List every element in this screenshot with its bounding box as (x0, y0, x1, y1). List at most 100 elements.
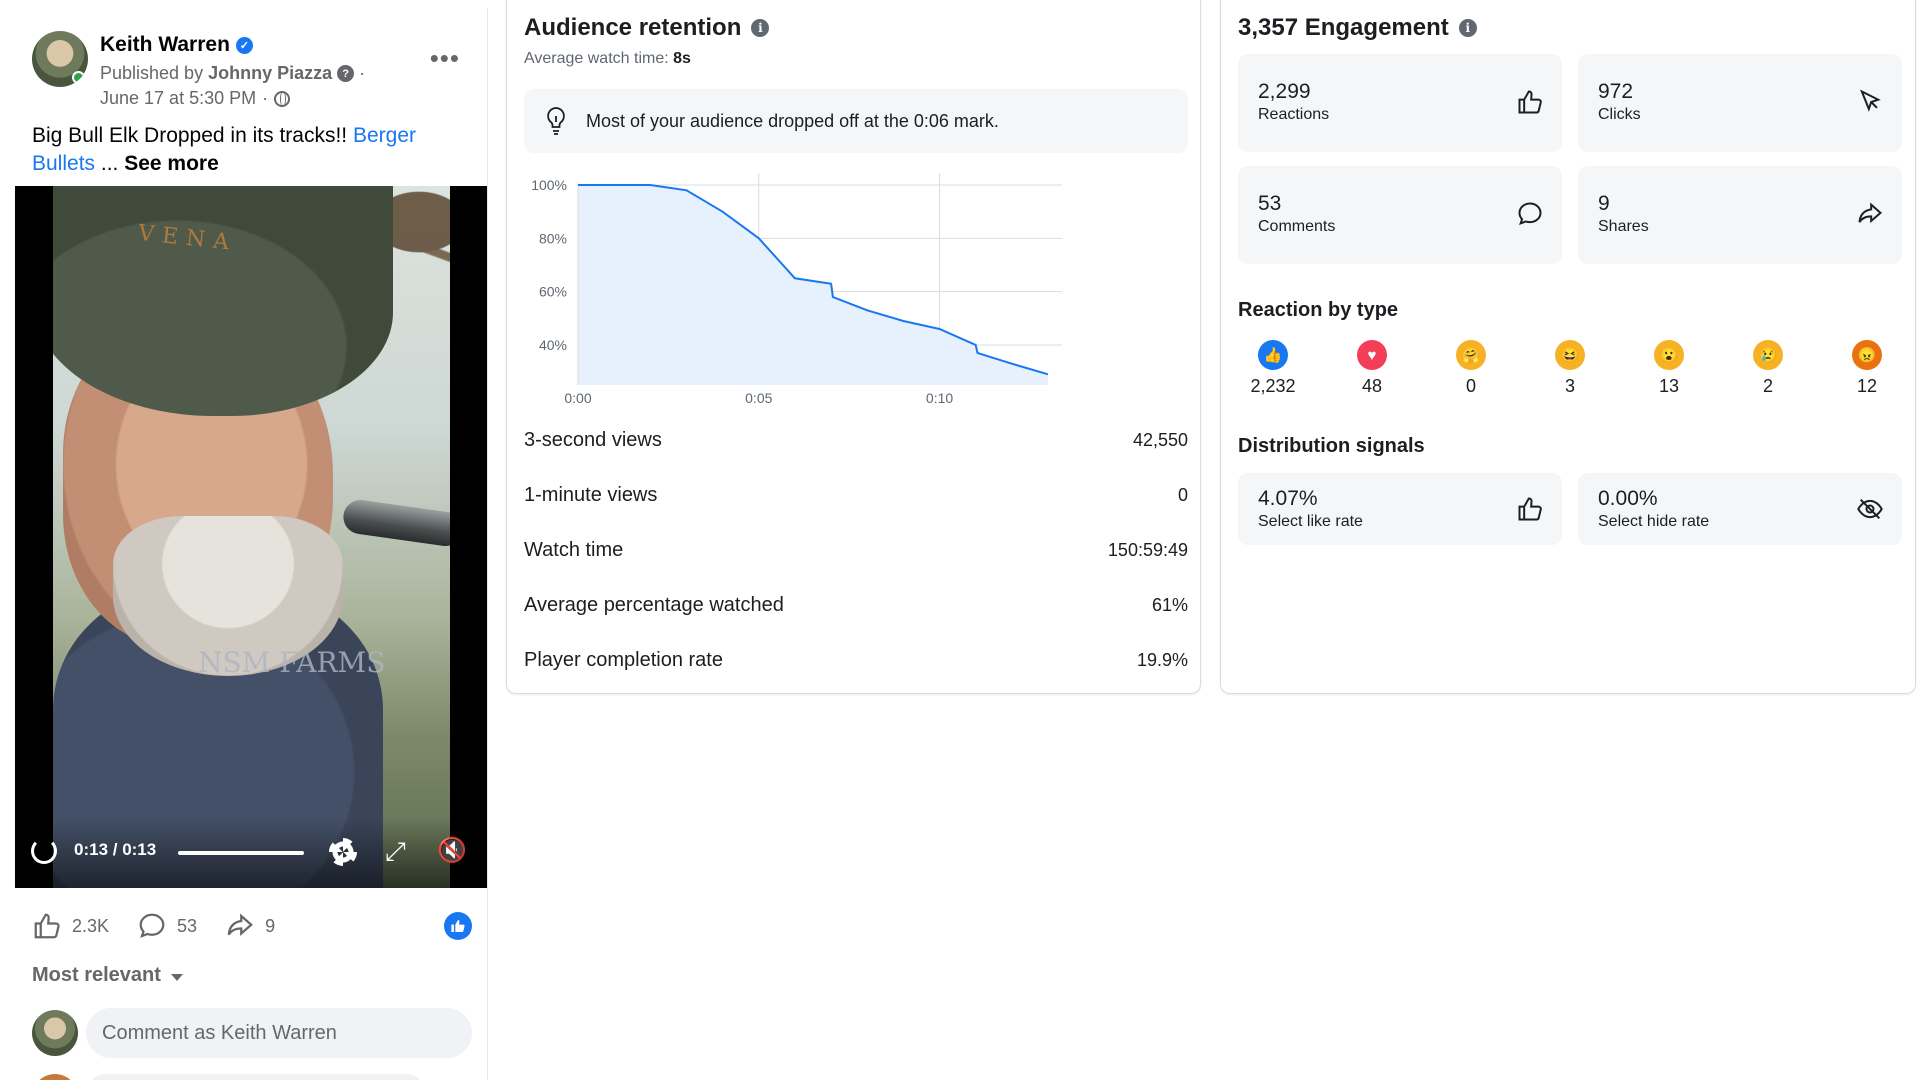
eye-off-icon (1857, 498, 1883, 520)
like-rate-card: 4.07% Select like rate (1238, 473, 1562, 545)
metric-row: Player completion rate 19.9% (524, 645, 1188, 675)
hide-rate-label: Select hide rate (1598, 513, 1710, 530)
reaction-count: 0 (1465, 376, 1476, 396)
metric-value: 61% (1151, 594, 1188, 615)
publisher-name[interactable]: Johnny Piazza (208, 63, 332, 84)
distribution-cards: 4.07% Select like rate 0.00% Select hide… (1238, 473, 1902, 545)
x-tick-label: 0:10 (926, 390, 953, 406)
clicks-value: 972 (1598, 80, 1634, 103)
comment-count: 53 (177, 915, 198, 936)
insight-text: Most of your audience dropped off at the… (586, 110, 999, 131)
reactions-card: 2,299 Reactions (1238, 54, 1562, 152)
post-ellipsis: ... (100, 152, 119, 175)
thumbs-up-icon (1518, 497, 1542, 521)
post-date[interactable]: June 17 at 5:30 PM (100, 88, 256, 109)
share-icon (1858, 202, 1883, 224)
see-more-link[interactable]: See more (124, 152, 219, 175)
fullscreen-icon[interactable]: ⤢ (385, 838, 411, 864)
care-reaction-icon: 🤗 (1456, 340, 1486, 370)
comment-icon (139, 913, 165, 938)
like-reaction-icon[interactable] (444, 912, 472, 940)
author-name[interactable]: Keith Warren (100, 33, 230, 57)
like-button[interactable]: 2.3K (32, 911, 109, 941)
comment-sort-dropdown[interactable]: Most relevant (32, 964, 183, 987)
comments-label: Comments (1258, 218, 1336, 235)
engagement-panel: 3,357 Engagement i 2,299 Reactions 972 C… (1220, 0, 1916, 694)
avg-watch-value: 8s (673, 50, 691, 67)
reaction-list: 👍 2,232 ♥ 48 🤗 0 😆 3 😮 13 😢 2 😠 12 (1238, 340, 1902, 397)
comment-icon (1518, 202, 1542, 225)
thumbs-up-icon (1518, 90, 1542, 114)
love-reaction-icon: ♥ (1357, 340, 1387, 370)
settings-gear-icon[interactable] (329, 838, 357, 866)
metric-row: Watch time 150:59:49 (524, 535, 1188, 565)
avg-watch-label: Average watch time: (524, 50, 669, 67)
commenter-avatar[interactable] (32, 1010, 78, 1056)
reaction-sad: 😢 2 (1733, 340, 1803, 397)
post-body: Big Bull Elk Dropped in its tracks!! (32, 124, 348, 147)
cursor-icon (1859, 89, 1881, 112)
published-by-line: Published by Johnny Piazza ? · (100, 63, 365, 84)
reaction-count: 2 (1762, 376, 1773, 396)
online-status-dot (72, 71, 85, 84)
y-tick-label: 60% (539, 284, 567, 300)
dot-separator: · (359, 63, 366, 83)
like-count: 2.3K (72, 915, 110, 936)
hide-rate-card: 0.00% Select hide rate (1578, 473, 1902, 545)
share-icon (227, 913, 254, 936)
metric-label: Player completion rate (524, 648, 723, 671)
info-icon[interactable]: i (1458, 19, 1477, 37)
metric-row: 3-second views 42,550 (524, 425, 1188, 455)
post-actions: 2.3K 53 9 (32, 908, 472, 944)
author-name-row[interactable]: Keith Warren ✓ (100, 33, 253, 57)
mute-icon[interactable]: 🔇 (437, 838, 467, 864)
share-button[interactable]: 9 (225, 911, 275, 941)
thumbs-up-icon (34, 913, 60, 939)
retention-title-row: Audience retention i (524, 14, 770, 42)
comment-input[interactable]: Comment as Keith Warren (86, 1008, 472, 1058)
reaction-wow: 😮 13 (1634, 340, 1704, 397)
post-header: Keith Warren ✓ Published by Johnny Piazz… (32, 23, 472, 108)
next-commenter-avatar[interactable] (32, 1074, 78, 1080)
retention-chart-svg: 100% 80% 60% 40% 0:00 0:05 0:10 (531, 173, 1062, 406)
video-time: 0:13 / 0:13 (74, 840, 157, 859)
x-tick-label: 0:00 (564, 390, 591, 406)
like-rate-value: 4.07% (1258, 487, 1318, 510)
wow-reaction-icon: 😮 (1654, 340, 1684, 370)
metric-row: Average percentage watched 61% (524, 590, 1188, 620)
video-progress-bar[interactable] (178, 851, 304, 855)
shares-card: 9 Shares (1578, 166, 1902, 264)
info-icon[interactable]: i (751, 19, 770, 37)
comments-value: 53 (1258, 192, 1282, 215)
audience-retention-panel: Audience retention i Average watch time:… (506, 0, 1201, 694)
shirt-logo: NSM FARMS (198, 646, 386, 679)
reactions-label: Reactions (1258, 106, 1330, 123)
help-icon[interactable]: ? (337, 65, 355, 82)
metric-value: 0 (1177, 484, 1188, 505)
reaction-like: 👍 2,232 (1238, 340, 1308, 397)
comment-button[interactable]: 53 (137, 911, 197, 941)
shares-value: 9 (1598, 192, 1610, 215)
reaction-count: 2,232 (1250, 376, 1296, 396)
author-avatar[interactable] (32, 31, 88, 87)
clicks-card: 972 Clicks (1578, 54, 1902, 152)
hide-rate-value: 0.00% (1598, 487, 1658, 510)
reaction-care: 🤗 0 (1436, 340, 1506, 397)
reaction-haha: 😆 3 (1535, 340, 1605, 397)
man-cap: VENA (53, 186, 393, 416)
replay-icon[interactable] (31, 838, 57, 864)
metric-label: Average percentage watched (524, 593, 784, 616)
reaction-count: 3 (1564, 376, 1575, 396)
globe-icon (274, 90, 291, 107)
haha-reaction-icon: 😆 (1555, 340, 1585, 370)
video-player[interactable]: VENA NSM FARMS 0:13 / 0:13 ⤢ 🔇 (15, 186, 487, 888)
comments-card: 53 Comments (1238, 166, 1562, 264)
more-options-icon[interactable]: ••• (430, 43, 460, 74)
reaction-count: 48 (1361, 376, 1383, 396)
video-frame: VENA NSM FARMS (53, 186, 450, 888)
published-prefix: Published by (100, 63, 204, 83)
x-tick-label: 0:05 (745, 390, 772, 406)
y-tick-label: 80% (539, 230, 567, 246)
y-tick-label: 100% (531, 177, 567, 193)
distribution-signals-title: Distribution signals (1238, 435, 1425, 457)
